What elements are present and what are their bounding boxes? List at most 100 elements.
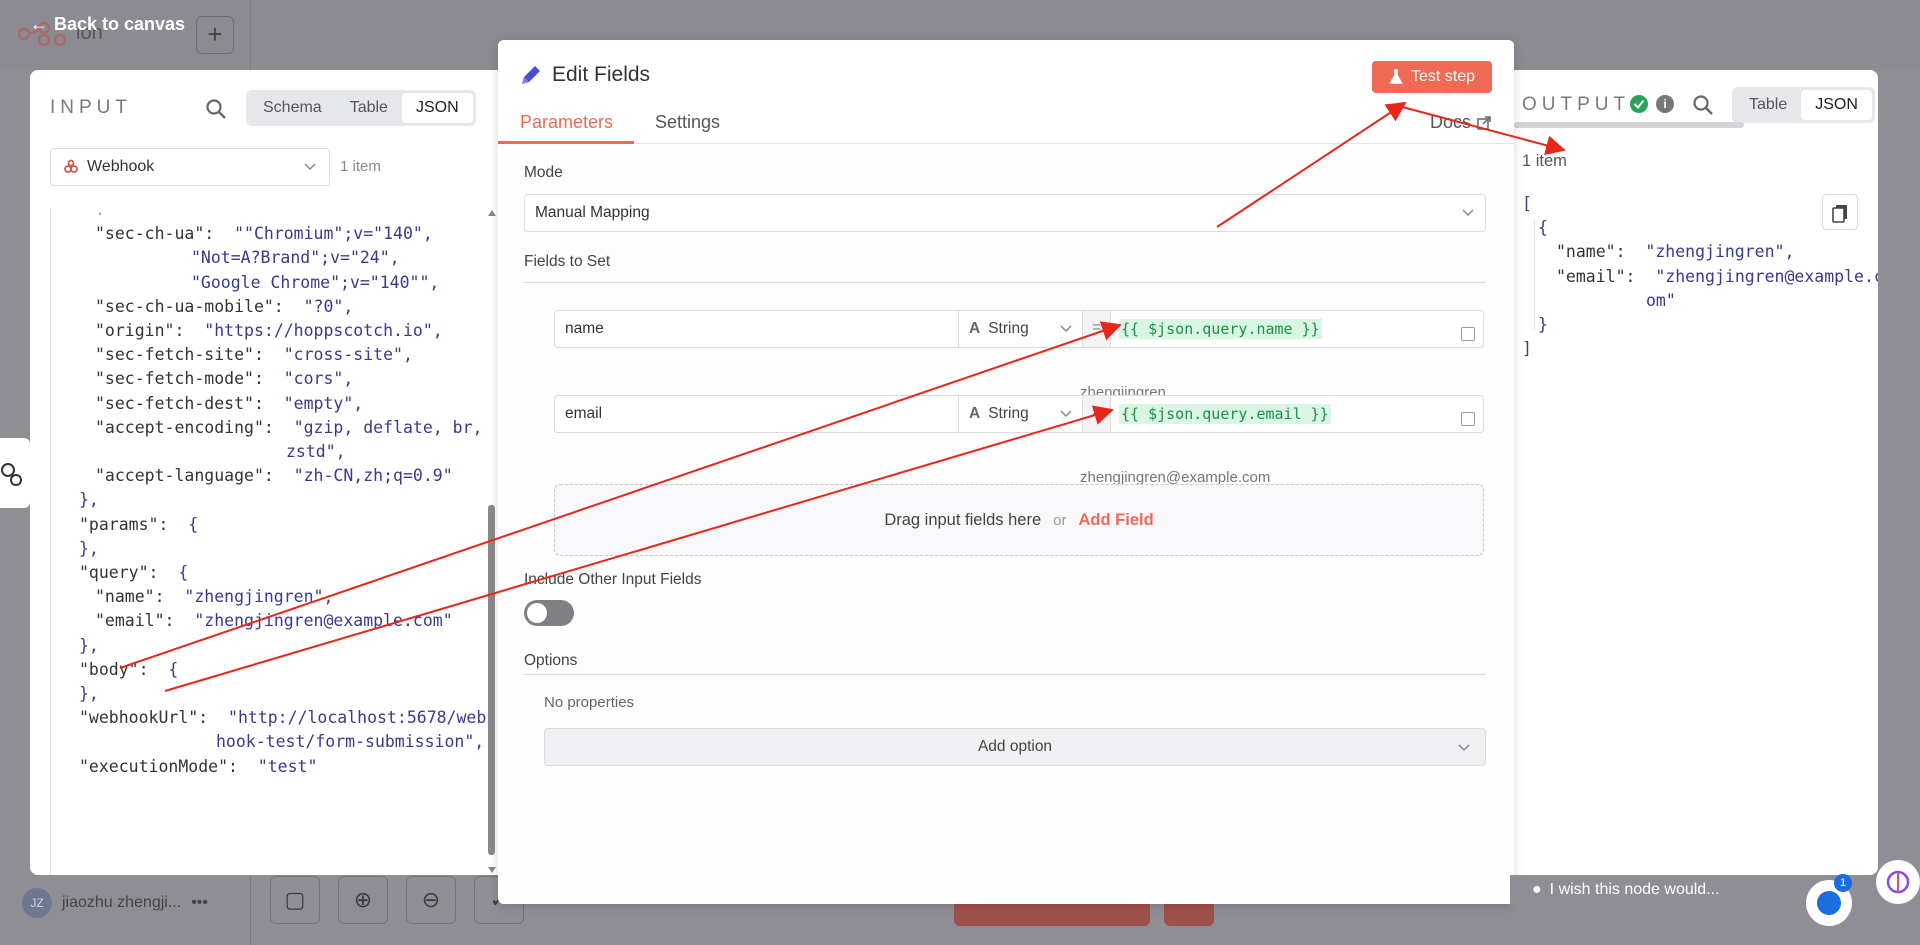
back-to-canvas-link[interactable]: ← Back to canvas (30, 14, 185, 35)
field-expression: {{ $json.query.name }} (1119, 319, 1322, 339)
webhook-icon (1, 463, 22, 486)
webhook-icon (64, 159, 78, 173)
string-type-icon: A (969, 405, 981, 422)
more-icon[interactable]: ••• (191, 894, 208, 912)
json-line: ] (1522, 339, 1532, 359)
add-tab-button[interactable]: + (196, 16, 234, 54)
input-node-name: Webhook (87, 158, 155, 175)
input-view-switcher: Schema Table JSON (246, 90, 476, 126)
field-type-select[interactable]: A String (959, 396, 1083, 432)
json-line: "Not=A?Brand";v="24", (191, 248, 400, 268)
output-items-count: 1 item (1522, 152, 1567, 170)
json-line: "name": "zhengjingren", (95, 587, 334, 607)
input-view-table[interactable]: Table (336, 93, 402, 123)
json-line: }, (79, 490, 99, 510)
scrollbar-thumb[interactable] (488, 505, 495, 855)
output-panel-title: OUTPUT (1522, 94, 1631, 115)
output-horizontal-scrollbar[interactable] (1514, 122, 1744, 128)
input-panel-title: INPUT (50, 97, 132, 118)
docs-label: Docs (1430, 112, 1472, 132)
options-label: Options (524, 652, 578, 669)
json-line: [ (1522, 194, 1532, 213)
canvas-toolbar: ▢ ⊕ ⊖ ✓ (270, 876, 524, 924)
input-node-select[interactable]: Webhook (50, 148, 330, 186)
expression-mode-icon: = (1083, 396, 1111, 432)
tab-parameters[interactable]: Parameters (520, 112, 613, 133)
zoom-in-button[interactable]: ⊕ (338, 876, 388, 924)
field-name-input[interactable]: name (555, 311, 959, 347)
output-view-json[interactable]: JSON (1801, 90, 1872, 120)
copy-button[interactable] (1822, 194, 1858, 230)
expression-mode-icon: = (1083, 311, 1111, 347)
ai-assistant-button[interactable] (1876, 860, 1920, 904)
avatar: JZ (22, 888, 52, 918)
mode-select[interactable]: Manual Mapping (524, 194, 1486, 232)
json-line: "origin": "https://hoppscotch.io", (95, 321, 443, 340)
lightbulb-icon: ● (1532, 881, 1542, 898)
json-line: om" (1646, 290, 1676, 310)
drop-zone-text: Drag input fields here (884, 510, 1042, 529)
field-name-input[interactable]: email (555, 396, 959, 432)
brain-icon (1886, 870, 1910, 894)
json-line: "name": "zhengjingren", (1556, 242, 1795, 262)
mode-label: Mode (524, 164, 563, 181)
chevron-down-icon (1462, 209, 1474, 217)
output-view-table[interactable]: Table (1735, 90, 1801, 120)
external-link-icon (1477, 115, 1491, 130)
canvas-node-webhook[interactable] (0, 438, 30, 508)
json-line: "webhookUrl": "http://localhost:5678/web (79, 708, 487, 728)
search-icon[interactable] (1692, 94, 1714, 116)
json-line: "Google Chrome";v="140"", (191, 272, 440, 292)
field-type-select[interactable]: A String (959, 311, 1083, 347)
field-value-input[interactable]: {{ $json.query.email }} (1111, 396, 1483, 432)
user-name: jiaozhu zhengji... (62, 894, 182, 911)
input-view-json[interactable]: JSON (401, 93, 473, 123)
field-type-value: String (988, 405, 1029, 422)
field-type-value: String (988, 320, 1029, 337)
json-line: "sec-ch-ua": ""Chromium";v="140", (95, 224, 433, 244)
json-line: { (1538, 218, 1548, 238)
back-to-canvas-label: Back to canvas (54, 14, 186, 34)
field-expression: {{ $json.query.email }} (1119, 404, 1331, 424)
json-line: "email": "zhengjingren@example.com" (95, 611, 453, 631)
user-menu[interactable]: JZ jiaozhu zhengji... ••• (22, 888, 208, 918)
drop-zone-or: or (1053, 511, 1067, 529)
dialog-title: Edit Fields (552, 63, 651, 86)
docs-link[interactable]: Docs (1430, 112, 1491, 133)
expand-editor-icon[interactable] (1461, 327, 1475, 341)
chat-button[interactable]: 1 (1806, 874, 1852, 926)
test-step-button[interactable]: Test step (1372, 61, 1492, 93)
zoom-out-button[interactable]: ⊖ (406, 876, 456, 924)
add-option-select[interactable]: Add option (544, 728, 1486, 766)
json-line: }, (79, 635, 99, 655)
feedback-text: I wish this node would... (1549, 881, 1720, 898)
chat-icon (1817, 891, 1841, 915)
dialog-body: Mode Manual Mapping Fields to Set name A… (498, 144, 1514, 904)
fields-to-set-label: Fields to Set (524, 253, 611, 270)
chevron-down-icon (1458, 744, 1470, 752)
json-line: } (1538, 315, 1548, 334)
dialog-header: Edit Fields Test step Parameters Setting… (498, 40, 1514, 144)
add-field-button[interactable]: Add Field (1079, 511, 1154, 530)
chat-badge: 1 (1834, 874, 1852, 892)
json-line: "sec-ch-ua-mobile": "?0", (95, 296, 354, 316)
copy-icon (1832, 205, 1847, 223)
drop-zone[interactable]: Drag input fields here or Add Field (554, 484, 1484, 556)
fit-view-button[interactable]: ▢ (270, 876, 320, 924)
section-divider (524, 282, 1486, 283)
output-view-switcher: Table JSON (1732, 87, 1875, 123)
search-icon[interactable] (205, 98, 227, 120)
include-other-fields-toggle[interactable] (524, 600, 574, 626)
json-line: hook-test/form-submission", (216, 732, 485, 752)
info-icon[interactable]: i (1656, 95, 1674, 113)
tab-settings[interactable]: Settings (655, 112, 720, 133)
expand-editor-icon[interactable] (1461, 412, 1475, 426)
json-line: "body": { (79, 659, 179, 679)
input-view-schema[interactable]: Schema (249, 93, 336, 123)
output-panel: OUTPUT i Table JSON 1 item [ { "name": "zh… (1514, 70, 1878, 875)
json-line: "executionMode": "test" (79, 756, 318, 776)
field-value-input[interactable]: {{ $json.query.name }} (1111, 311, 1483, 347)
chevron-down-icon (1060, 410, 1072, 418)
mode-value: Manual Mapping (535, 204, 650, 221)
input-json-view: . "sec-ch-ua": ""Chromium";v="140", "Not=A… (50, 208, 490, 875)
